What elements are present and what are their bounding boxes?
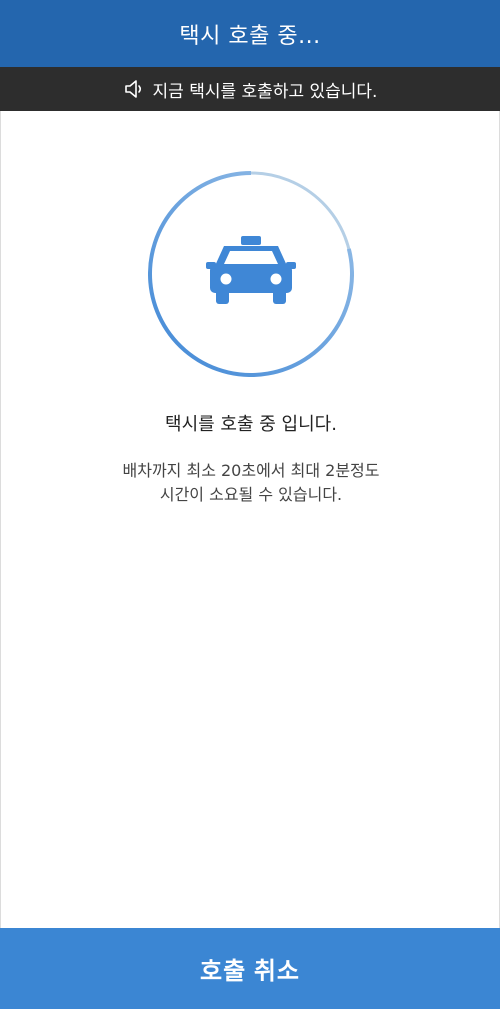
status-description-line2: 시간이 소요될 수 있습니다. xyxy=(159,485,343,504)
notice-bar: 지금 택시를 호출하고 있습니다. xyxy=(0,67,500,111)
header-bar: 택시 호출 중... xyxy=(0,0,500,67)
taxi-icon xyxy=(206,234,296,314)
cancel-call-button[interactable]: 호출 취소 xyxy=(0,928,500,1009)
status-title: 택시를 호출 중 입니다. xyxy=(165,414,337,435)
page-title: 택시 호출 중... xyxy=(179,23,321,49)
status-description: 배차까지 최소 20초에서 최대 2분정도 시간이 소요될 수 있습니다. xyxy=(1,459,500,507)
status-description-line1: 배차까지 최소 20초에서 최대 2분정도 xyxy=(122,461,380,480)
call-progress-ring xyxy=(148,171,354,377)
main-content: 택시를 호출 중 입니다. 배차까지 최소 20초에서 최대 2분정도 시간이 … xyxy=(0,111,500,928)
notice-text: 지금 택시를 호출하고 있습니다. xyxy=(152,81,378,102)
speaker-icon xyxy=(123,78,145,100)
cancel-call-label: 호출 취소 xyxy=(200,958,300,985)
app-screen: 택시 호출 중... 지금 택시를 호출하고 있습니다. 택시를 호출 중 입니… xyxy=(0,0,500,1009)
